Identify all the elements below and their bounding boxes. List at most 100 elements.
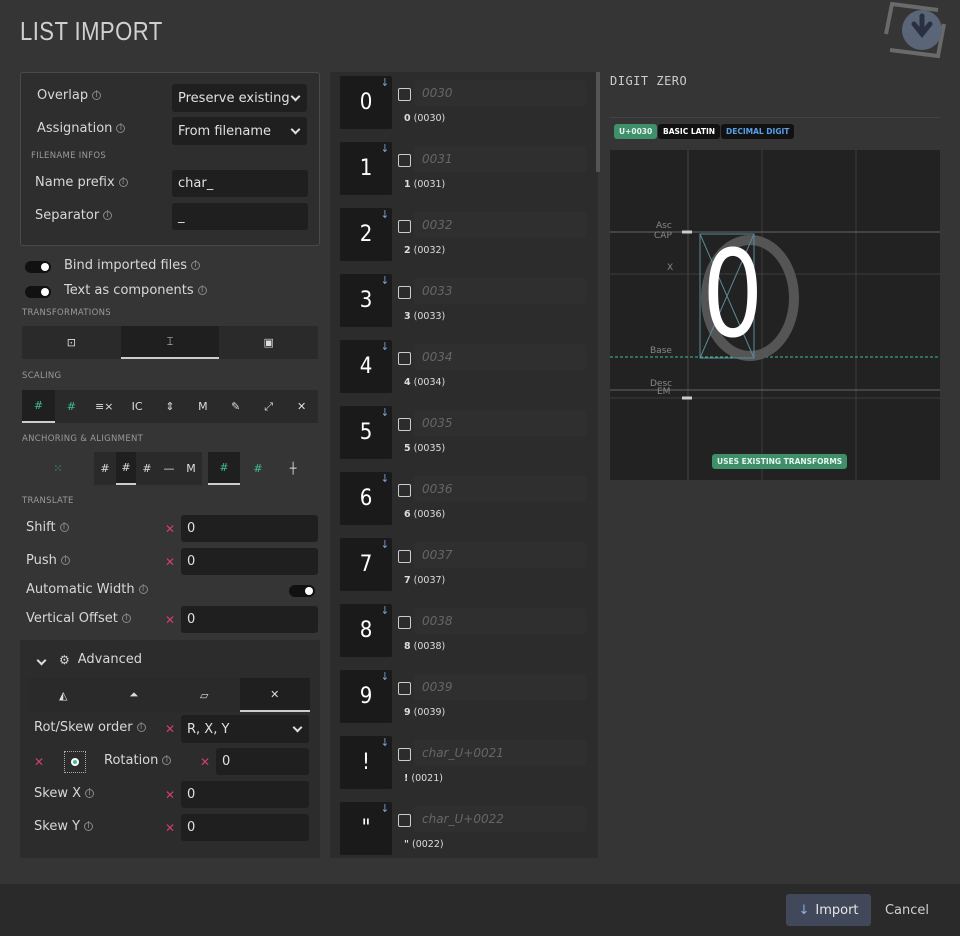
glyph-checkbox[interactable]: [398, 220, 411, 233]
glyph-filename-input[interactable]: 0039: [414, 674, 586, 700]
glyph-filename-input[interactable]: 0034: [414, 344, 586, 370]
glyph-checkbox[interactable]: [398, 352, 411, 365]
glyph-list-item[interactable]: 4 ↓ 0034 4 (0034): [340, 340, 600, 396]
order-reset-icon[interactable]: ✕: [165, 722, 175, 736]
glyph-list-item[interactable]: 6 ↓ 0036 6 (0036): [340, 472, 600, 528]
glyph-list-item[interactable]: 3 ↓ 0033 3 (0033): [340, 274, 600, 330]
glyph-filename-input[interactable]: char_U+0022: [414, 806, 586, 832]
glyph-filename-input[interactable]: 0035: [414, 410, 586, 436]
advanced-toggle[interactable]: ⚙ Advanced: [34, 652, 142, 667]
halign-line-button[interactable]: ┼: [276, 452, 310, 485]
align-line-button[interactable]: —: [158, 452, 180, 485]
voffset-reset-icon[interactable]: ✕: [165, 613, 175, 627]
glyph-checkbox[interactable]: [398, 748, 411, 761]
no-mirror-button[interactable]: ✕: [239, 678, 310, 712]
vertical-offset-input[interactable]: 0: [181, 606, 318, 633]
glyph-checkbox[interactable]: [398, 616, 411, 629]
glyph-checkbox[interactable]: [398, 154, 411, 167]
glyph-checkbox[interactable]: [398, 484, 411, 497]
transform-fit-button[interactable]: ⌶: [120, 326, 220, 359]
scale-x-button[interactable]: ≡×: [88, 390, 121, 423]
rotation-anchor-reset-icon[interactable]: ✕: [34, 755, 44, 769]
flip-vertical-button[interactable]: ⏶: [99, 678, 170, 712]
scale-expand-button[interactable]: ⤢: [252, 390, 285, 423]
glyph-list-item[interactable]: 0 ↓ 0030 0 (0030): [340, 76, 600, 132]
glyph-checkbox[interactable]: [398, 550, 411, 563]
transform-center-button[interactable]: ▣: [219, 326, 318, 359]
glyph-checkbox[interactable]: [398, 814, 411, 827]
glyph-filename-input[interactable]: char_U+0021: [414, 740, 586, 766]
scale-em-button[interactable]: ⇕: [154, 390, 187, 423]
rotation-input[interactable]: 0: [216, 748, 309, 775]
glyph-checkbox[interactable]: [398, 682, 411, 695]
rotation-anchor-icon[interactable]: [64, 751, 86, 773]
glyph-list-item[interactable]: " ↓ char_U+0022 " (0022): [340, 802, 600, 858]
shift-input[interactable]: 0: [181, 515, 318, 542]
glyph-filename-input[interactable]: 0030: [414, 80, 586, 106]
import-button[interactable]: ↓ Import: [786, 894, 871, 926]
skew-y-input[interactable]: 0: [181, 814, 309, 841]
separator-input[interactable]: _: [172, 203, 308, 230]
glyph-thumbnail[interactable]: 7 ↓: [340, 538, 392, 591]
glyph-filename-input[interactable]: 0037: [414, 542, 586, 568]
glyph-list-scrollbar[interactable]: [596, 72, 600, 172]
auto-width-toggle[interactable]: [289, 585, 315, 597]
glyph-list-item[interactable]: 8 ↓ 0038 8 (0038): [340, 604, 600, 660]
glyph-filename-input[interactable]: 0033: [414, 278, 586, 304]
push-reset-icon[interactable]: ✕: [165, 555, 175, 569]
skew-button[interactable]: ▱: [169, 678, 240, 712]
scale-cap-button[interactable]: IC: [121, 390, 154, 423]
scale-none-button[interactable]: ✕: [285, 390, 318, 423]
glyph-thumbnail[interactable]: ! ↓: [340, 736, 392, 789]
glyph-thumbnail[interactable]: 9 ↓: [340, 670, 392, 723]
assignation-select[interactable]: From filename: [172, 117, 307, 145]
skew-x-reset-icon[interactable]: ✕: [165, 788, 175, 802]
bind-files-toggle[interactable]: [25, 261, 51, 273]
flip-horizontal-button[interactable]: ◭: [28, 678, 99, 712]
glyph-list-item[interactable]: 9 ↓ 0039 9 (0039): [340, 670, 600, 726]
scale-grid-button[interactable]: #: [22, 390, 55, 423]
glyph-list-item[interactable]: ! ↓ char_U+0021! (0021): [340, 736, 600, 792]
glyph-thumbnail[interactable]: 4 ↓: [340, 340, 392, 393]
glyph-list-item[interactable]: 5 ↓ 0035 5 (0035): [340, 406, 600, 462]
glyph-checkbox[interactable]: [398, 418, 411, 431]
glyph-filename-input[interactable]: 0038: [414, 608, 586, 634]
rot-skew-order-select[interactable]: R, X, Y: [181, 715, 309, 743]
halign-grid2-button[interactable]: #: [240, 452, 276, 485]
glyph-list-item[interactable]: 2 ↓ 0032 2 (0032): [340, 208, 600, 264]
name-prefix-input[interactable]: char_: [172, 170, 308, 197]
glyph-list-item[interactable]: 1 ↓ 0031 1 (0031): [340, 142, 600, 198]
push-input[interactable]: 0: [181, 548, 318, 575]
glyph-thumbnail[interactable]: " ↓: [340, 802, 392, 855]
text-components-toggle[interactable]: [25, 286, 51, 298]
anchor-point-button[interactable]: ⁙: [22, 452, 94, 485]
halign-grid-button[interactable]: #: [208, 452, 240, 485]
glyph-thumbnail[interactable]: 0 ↓: [340, 76, 392, 129]
skew-x-input[interactable]: 0: [181, 781, 309, 808]
glyph-filename-input[interactable]: 0031: [414, 146, 586, 172]
shift-reset-icon[interactable]: ✕: [165, 522, 175, 536]
glyph-thumbnail[interactable]: 3 ↓: [340, 274, 392, 327]
align-m-button[interactable]: M: [180, 452, 202, 485]
align-grid-button[interactable]: #: [94, 452, 116, 485]
overlap-select[interactable]: Preserve existing: [172, 84, 307, 112]
scale-m-button[interactable]: M: [186, 390, 219, 423]
rotation-reset-icon[interactable]: ✕: [200, 755, 210, 769]
glyph-checkbox[interactable]: [398, 286, 411, 299]
transform-none-button[interactable]: ⊡: [22, 326, 121, 359]
skew-y-reset-icon[interactable]: ✕: [165, 821, 175, 835]
glyph-thumbnail[interactable]: 1 ↓: [340, 142, 392, 195]
align-grid-selected-button[interactable]: #: [116, 452, 136, 485]
cancel-button[interactable]: Cancel: [876, 894, 938, 926]
glyph-thumbnail[interactable]: 5 ↓: [340, 406, 392, 459]
glyph-thumbnail[interactable]: 2 ↓: [340, 208, 392, 261]
align-grid2-button[interactable]: #: [136, 452, 158, 485]
glyph-thumbnail[interactable]: 6 ↓: [340, 472, 392, 525]
glyph-checkbox[interactable]: [398, 88, 411, 101]
glyph-filename-input[interactable]: 0036: [414, 476, 586, 502]
glyph-list-item[interactable]: 7 ↓ 0037 7 (0037): [340, 538, 600, 594]
glyph-thumbnail[interactable]: 8 ↓: [340, 604, 392, 657]
scale-grid-alt-button[interactable]: #: [55, 390, 88, 423]
glyph-filename-input[interactable]: 0032: [414, 212, 586, 238]
scale-manual-button[interactable]: ✎: [219, 390, 252, 423]
